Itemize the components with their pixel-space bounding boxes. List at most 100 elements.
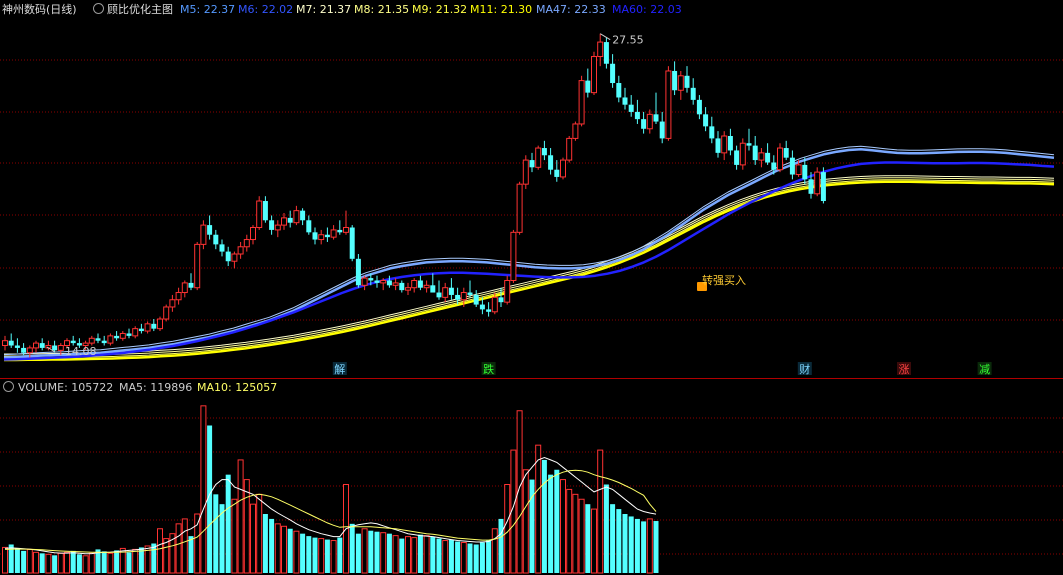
candle-body	[169, 299, 176, 308]
volume-bar	[641, 521, 647, 573]
volume-bar	[548, 474, 554, 573]
candle-body	[591, 56, 597, 94]
volume-bar	[126, 552, 132, 573]
volume-bar	[411, 537, 418, 574]
volume-bar	[64, 551, 70, 574]
volume-bar	[70, 550, 76, 573]
candle-body	[52, 345, 58, 351]
candle-body	[820, 172, 826, 202]
candle-body	[430, 285, 436, 293]
candle-body	[324, 234, 330, 238]
candle-body	[281, 217, 287, 226]
volume-bar	[256, 493, 263, 574]
price-volume-chart[interactable]: 27.55 14.08 转强买入解 跌 财 涨 减	[0, 0, 1063, 575]
candle-body	[144, 323, 151, 332]
candle-body	[231, 253, 238, 262]
candle-body	[2, 340, 8, 347]
volume-bar	[157, 528, 163, 574]
candle-body	[386, 280, 392, 286]
candle-body	[646, 113, 653, 130]
volume-bar	[646, 518, 653, 574]
candle-body	[696, 99, 702, 115]
candle-body	[473, 294, 479, 305]
candle-body	[783, 148, 789, 158]
volume-bar	[14, 548, 20, 573]
candle-body	[535, 147, 542, 168]
candle-body	[672, 70, 678, 91]
candle-body	[243, 239, 250, 248]
volume-bar	[306, 536, 312, 573]
candle-body	[504, 279, 511, 303]
volume-bar	[281, 525, 287, 574]
candle-body	[175, 292, 182, 301]
candle-body	[467, 292, 473, 295]
candle-body	[677, 75, 684, 91]
volume-bar	[436, 538, 442, 573]
volume-bar	[597, 449, 604, 574]
candle-body	[597, 41, 604, 58]
candle-body	[442, 287, 449, 298]
volume-bar	[231, 498, 238, 574]
volume-bar	[250, 503, 256, 574]
candle-body	[479, 304, 485, 310]
candle-body	[181, 282, 188, 294]
candle-body	[448, 287, 454, 295]
volume-bar	[269, 518, 275, 573]
candle-body	[560, 159, 566, 178]
candle-body	[194, 243, 201, 289]
candle-body	[436, 292, 442, 298]
volume-bar	[188, 536, 194, 573]
candle-body	[119, 332, 126, 339]
candle-body	[151, 323, 157, 329]
candle-body	[486, 309, 492, 312]
candle-body	[225, 251, 231, 262]
volume-bar	[430, 536, 436, 573]
volume-bar	[467, 543, 473, 573]
candle-body	[200, 224, 207, 245]
volume-bar	[504, 484, 511, 574]
candle-body	[721, 135, 728, 154]
candle-body	[709, 126, 715, 139]
candle-body	[603, 42, 609, 64]
volume-bar	[554, 469, 560, 573]
volume-bar	[578, 498, 585, 574]
candle-body	[361, 277, 368, 286]
volume-bar	[479, 542, 485, 573]
volume-bar	[88, 552, 95, 574]
candle-body	[491, 296, 498, 313]
candle-body	[585, 80, 591, 93]
candle-body	[777, 147, 783, 171]
candle-body	[8, 340, 14, 346]
volume-bar	[560, 479, 566, 574]
candle-body	[293, 210, 300, 224]
volume-bar	[442, 540, 449, 574]
ma-mid-line	[3, 161, 1055, 361]
volume-bar	[374, 531, 380, 573]
candle-body	[374, 280, 380, 283]
candle-body	[392, 282, 399, 286]
candle-body	[126, 333, 132, 336]
volume-bar	[455, 541, 461, 573]
candle-body	[814, 171, 821, 195]
candle-body	[665, 70, 672, 139]
volume-bar	[653, 521, 659, 573]
candle-body	[653, 114, 659, 122]
candle-body	[498, 297, 504, 303]
candle-body	[423, 284, 430, 289]
volume-bar	[82, 555, 89, 574]
candle-body	[157, 318, 163, 330]
volume-bar	[405, 536, 411, 574]
candle-body	[343, 227, 349, 233]
volume-bar	[52, 555, 58, 573]
candle-body	[399, 282, 405, 291]
candle-body	[578, 80, 585, 125]
candle-body	[690, 87, 696, 100]
volume-bar	[293, 530, 300, 574]
volume-bar	[324, 539, 330, 573]
candle-body	[88, 337, 95, 344]
volume-bar	[628, 516, 634, 573]
volume-bar	[318, 538, 325, 574]
candle-body	[405, 287, 411, 291]
signal-label: 减	[979, 363, 990, 376]
candle-body	[616, 83, 622, 98]
